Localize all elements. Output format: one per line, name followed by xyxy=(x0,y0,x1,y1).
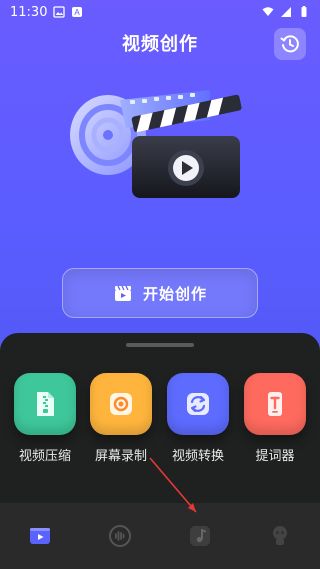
profile-tab-icon xyxy=(273,526,287,545)
tool-screen-record[interactable]: 屏幕录制 xyxy=(86,373,156,464)
nav-music-tab[interactable] xyxy=(182,518,218,554)
tool-label-teleprompter: 提词器 xyxy=(255,449,295,464)
status-time: 11:30 xyxy=(10,4,48,20)
start-creation-button[interactable]: 开始创作 xyxy=(62,268,258,318)
sheet-handle[interactable] xyxy=(126,343,194,347)
hero-illustration xyxy=(70,90,242,198)
tool-label-compress: 视频压缩 xyxy=(18,449,71,464)
tool-label-convert: 视频转换 xyxy=(171,449,224,464)
battery-icon xyxy=(301,6,307,17)
status-bar: 11:30 A xyxy=(0,0,320,24)
status-right xyxy=(262,6,310,18)
signal-icon xyxy=(281,7,291,17)
status-left: 11:30 A xyxy=(10,5,83,20)
video-tab-icon xyxy=(30,528,50,544)
clapper-small-icon xyxy=(114,285,131,301)
convert-icon xyxy=(187,393,209,415)
nav-audio-tab[interactable] xyxy=(102,518,138,554)
tool-tile-teleprompter xyxy=(244,373,306,435)
nav-profile-tab[interactable] xyxy=(262,518,298,554)
notification-image-icon xyxy=(53,6,66,18)
tool-tile-convert xyxy=(167,373,229,435)
zip-file-icon xyxy=(37,392,54,416)
page-title: 视频创作 xyxy=(122,34,198,55)
bottom-nav xyxy=(0,503,320,569)
tool-video-convert[interactable]: 视频转换 xyxy=(163,373,233,464)
tools-grid: 视频压缩 屏幕录制 视频转换 提词器 xyxy=(0,373,320,473)
history-clock-icon xyxy=(280,35,299,53)
tool-tile-record xyxy=(90,373,152,435)
audio-tab-icon xyxy=(109,525,131,547)
wifi-icon xyxy=(262,7,274,16)
tool-tile-compress xyxy=(14,373,76,435)
app-screen: 11:30 A 视频创作 开始创作 视频压缩 屏幕录制 视频转换 提词器 xyxy=(0,0,320,569)
start-creation-label: 开始创作 xyxy=(142,284,207,303)
tool-teleprompter[interactable]: 提词器 xyxy=(240,373,310,464)
tool-video-compress[interactable]: 视频压缩 xyxy=(10,373,80,464)
teleprompter-icon xyxy=(268,392,282,416)
nav-video-tab[interactable] xyxy=(22,518,58,554)
music-tab-icon xyxy=(190,526,210,546)
notification-app-icon: A xyxy=(72,7,83,17)
screen-record-icon xyxy=(110,393,132,415)
tools-sheet: 视频压缩 屏幕录制 视频转换 提词器 xyxy=(0,333,320,569)
tool-label-record: 屏幕录制 xyxy=(94,449,147,464)
header: 视频创作 xyxy=(0,28,320,64)
svg-text:A: A xyxy=(75,8,81,17)
history-button[interactable] xyxy=(274,28,306,60)
